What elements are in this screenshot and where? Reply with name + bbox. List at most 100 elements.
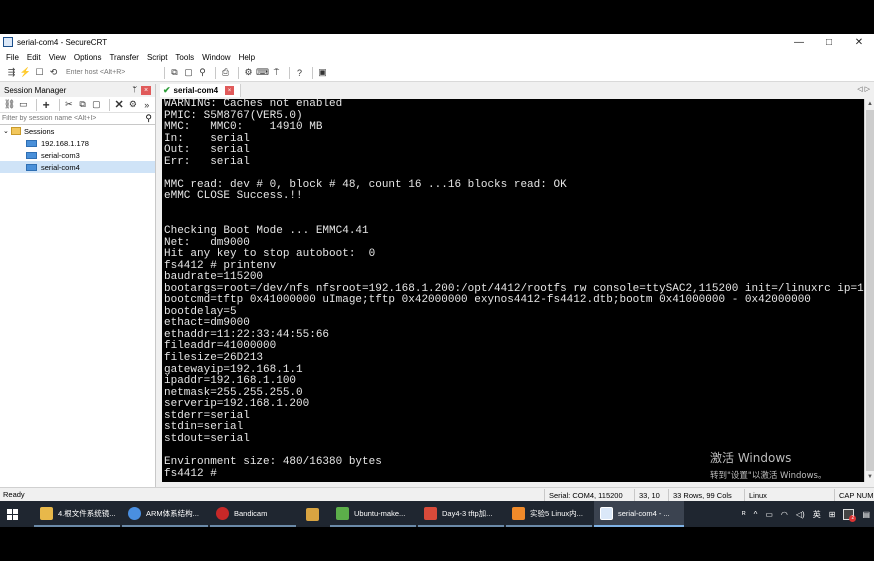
securecrt-window: serial-com4 - SecureCRT — □ ✕ File Edit …: [0, 34, 874, 501]
network-icon[interactable]: ◠: [781, 510, 788, 519]
toolbar-separator: [164, 66, 165, 79]
terminal-line: bootdelay=5: [164, 305, 237, 318]
copy-session-icon[interactable]: ⧉: [77, 99, 88, 110]
cut-icon[interactable]: ✂: [64, 99, 75, 110]
session-filter-row: ⚲: [0, 113, 155, 125]
add-session-icon[interactable]: +: [41, 98, 52, 112]
sftp-icon[interactable]: ⍑: [271, 67, 282, 78]
connect-icon[interactable]: ⇶: [6, 67, 17, 78]
minimize-button[interactable]: —: [784, 34, 814, 50]
session-item-192-168-1-178[interactable]: 192.168.1.178: [0, 137, 155, 149]
search-icon[interactable]: ⚲: [145, 113, 152, 124]
windows-logo-icon: [6, 508, 18, 520]
securecrt-icon: [600, 506, 613, 520]
battery-icon[interactable]: ▭: [765, 510, 773, 519]
taskbar-item-label: Day4-3 tftp加...: [442, 508, 493, 518]
taskbar-item-securecrt[interactable]: serial-com4 - ...: [594, 501, 684, 527]
screen-capture-icon[interactable]: ▣: [317, 67, 328, 78]
taskbar-item-label: 4.根文件系统镜...: [58, 508, 116, 518]
people-icon[interactable]: ᴿ: [742, 510, 746, 519]
settings-gear-icon[interactable]: ⚙: [243, 67, 254, 78]
reconnect-icon[interactable]: ⟲: [48, 67, 59, 78]
menu-view[interactable]: View: [49, 53, 66, 62]
notification-app-icon[interactable]: 2: [843, 508, 857, 522]
find-icon[interactable]: ⚲: [197, 67, 208, 78]
status-caps: CAP NUM: [834, 489, 873, 501]
menu-tools[interactable]: Tools: [175, 53, 194, 62]
ime-language-indicator[interactable]: 英: [813, 509, 821, 520]
chevron-down-icon[interactable]: ⌄: [3, 127, 11, 135]
menu-file[interactable]: File: [6, 53, 19, 62]
watermark-subtitle: 转到"设置"以激活 Windows。: [710, 471, 827, 481]
toolbar-separator: [312, 66, 313, 79]
title-bar[interactable]: serial-com4 - SecureCRT — □ ✕: [0, 34, 874, 50]
connect-tab-icon[interactable]: ☐: [34, 67, 45, 78]
help-icon[interactable]: ?: [294, 67, 305, 78]
new-window-icon[interactable]: ▭: [18, 99, 29, 110]
taskbar-item-experiment5[interactable]: 实验5 Linux内...: [506, 501, 592, 527]
menu-transfer[interactable]: Transfer: [109, 53, 139, 62]
properties-gear-icon[interactable]: ⚙: [128, 99, 139, 110]
terminal-line: stderr=serial: [164, 409, 250, 422]
terminal-output[interactable]: WARNING: Caches not enabled PMIC: S5M8767…: [162, 99, 864, 482]
taskbar-item-chrome[interactable]: ARM体系结构...: [122, 501, 208, 527]
menu-help[interactable]: Help: [239, 53, 255, 62]
taskbar-item-label: Ubuntu-make...: [354, 508, 406, 518]
print-icon[interactable]: ⎙: [220, 67, 231, 78]
paste-icon[interactable]: ▢: [183, 67, 194, 78]
link-icon[interactable]: ⛓: [4, 99, 15, 110]
menu-edit[interactable]: Edit: [27, 53, 41, 62]
folder-icon: [11, 127, 21, 135]
taskbar-item-bandicam[interactable]: Bandicam: [210, 501, 296, 527]
taskbar-item-pdf-day4[interactable]: Day4-3 tftp加...: [418, 501, 504, 527]
more-icon[interactable]: »: [141, 99, 152, 110]
copy-icon[interactable]: ⧉: [169, 67, 180, 78]
tab-serial-com4[interactable]: ✔ serial-com4 ×: [160, 84, 242, 97]
pin-icon[interactable]: ᛘ: [132, 85, 137, 94]
menu-script[interactable]: Script: [147, 53, 167, 62]
menu-window[interactable]: Window: [202, 53, 230, 62]
start-button[interactable]: [0, 501, 24, 527]
session-item-serial-com3[interactable]: serial-com3: [0, 149, 155, 161]
tab-scroll-arrows[interactable]: ◁ ▷: [857, 85, 870, 93]
windows-taskbar: 4.根文件系统镜... ARM体系结构... Bandicam Ubuntu-m…: [0, 501, 874, 527]
menu-options[interactable]: Options: [74, 53, 102, 62]
toolbar-separator: [238, 66, 239, 79]
taskbar-item-file-explorer[interactable]: 4.根文件系统镜...: [34, 501, 120, 527]
toolbar-separator: [215, 66, 216, 79]
delete-icon[interactable]: ✕: [114, 99, 125, 111]
toolbar-separator: [58, 98, 60, 111]
chevron-up-icon[interactable]: ^: [754, 510, 758, 519]
window-controls: — □ ✕: [784, 34, 874, 50]
scroll-down-icon[interactable]: ▼: [865, 472, 874, 482]
grid-icon[interactable]: ⊞: [829, 510, 836, 519]
tab-close-icon[interactable]: ×: [225, 86, 235, 95]
activate-windows-watermark: 激活 Windows 转到"设置"以激活 Windows。: [710, 449, 826, 481]
sessions-folder-label: Sessions: [24, 126, 55, 136]
session-item-serial-com4[interactable]: serial-com4: [0, 161, 155, 173]
session-filter-input[interactable]: [2, 113, 142, 124]
session-manager-header: Session Manager ᛘ ×: [0, 84, 155, 97]
scrollbar-thumb[interactable]: [866, 110, 874, 471]
sessions-folder[interactable]: ⌄ Sessions: [0, 125, 155, 137]
action-center-icon[interactable]: ▤: [862, 510, 870, 519]
terminal-line: serverip=192.168.1.200: [164, 398, 310, 411]
status-cursor: 33, 10: [634, 489, 660, 501]
scroll-up-icon[interactable]: ▲: [865, 99, 874, 109]
status-serial: Serial: COM4, 115200: [544, 489, 623, 501]
quick-connect-icon[interactable]: ⚡: [20, 67, 31, 78]
terminal-line: MMC: MMC0: 14910 MB: [164, 121, 323, 134]
maximize-button[interactable]: □: [814, 34, 844, 50]
session-item-label: 192.168.1.178: [41, 138, 89, 148]
taskbar-item-ubuntu[interactable]: Ubuntu-make...: [330, 501, 416, 527]
volume-icon[interactable]: ◁): [796, 510, 805, 519]
terminal-scrollbar[interactable]: ▲ ▼: [864, 99, 874, 482]
terminal-line: In: serial: [164, 132, 250, 145]
keymap-icon[interactable]: ⌨: [256, 67, 269, 78]
host-input[interactable]: [66, 66, 156, 79]
paste-session-icon[interactable]: ▢: [91, 99, 102, 110]
close-button[interactable]: ✕: [844, 34, 874, 50]
taskbar-item-label: serial-com4 - ...: [618, 508, 670, 518]
taskbar-item-app[interactable]: [300, 501, 328, 527]
session-manager-close-icon[interactable]: ×: [141, 86, 151, 95]
